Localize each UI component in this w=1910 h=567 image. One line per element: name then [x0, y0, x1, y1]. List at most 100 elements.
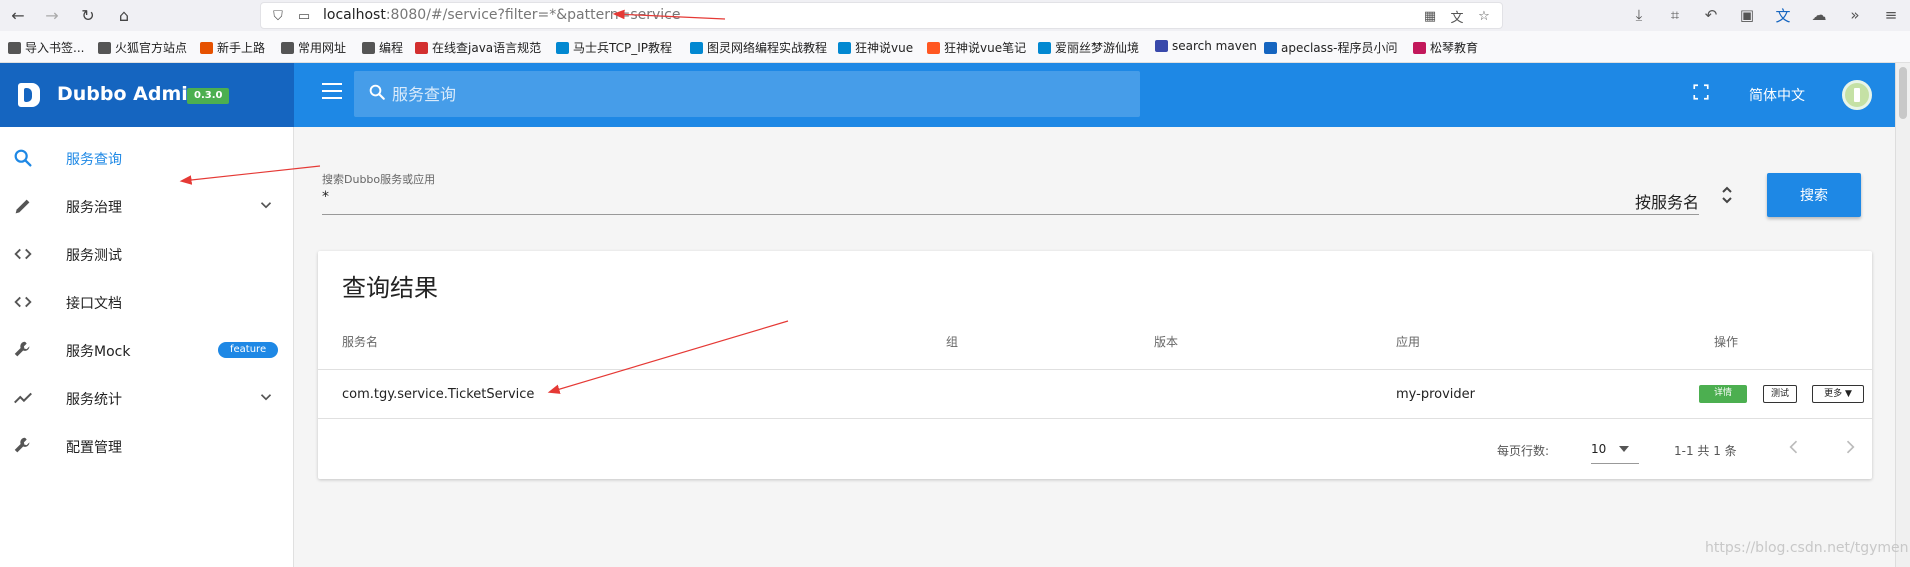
bookmark-star-icon[interactable]: ☆	[1475, 7, 1493, 25]
address-bar[interactable]: ⛉ ▭ localhost:8080/#/service?filter=*&pa…	[260, 2, 1503, 29]
code-icon	[14, 248, 32, 260]
translate-icon[interactable]: 文	[1448, 7, 1466, 26]
sidebar-item-config[interactable]: 配置管理	[0, 422, 293, 470]
bookmark-item[interactable]: apeclass-程序员小问	[1264, 39, 1397, 56]
back-icon[interactable]: ←	[6, 4, 30, 26]
bookmark-item[interactable]: 导入书签...	[8, 39, 84, 56]
shield-icon[interactable]: ⛉	[269, 7, 287, 25]
bookmark-label: 导入书签...	[25, 41, 85, 55]
sidebar-item-service-mock[interactable]: 服务Mock feature	[0, 326, 293, 374]
scroll-thumb[interactable]	[1899, 67, 1907, 119]
bookmark-item[interactable]: search maven	[1155, 39, 1257, 53]
sidebar-item-service-test[interactable]: 服务测试	[0, 230, 293, 278]
rows-per-page-select[interactable]: 10	[1591, 442, 1606, 456]
crop-icon[interactable]: ⌗	[1664, 5, 1686, 25]
sidebar: 服务查询 服务治理 服务测试 接口文档 服务Mock feature 服务统计 …	[0, 127, 294, 567]
bookmarks-bar: 导入书签... 火狐官方站点 新手上路 常用网址 编程 在线查java语言规范 马士兵TCP…	[0, 31, 1910, 63]
column-header-group[interactable]: 组	[946, 333, 958, 350]
overflow-icon[interactable]: »	[1844, 5, 1866, 25]
extension-icon[interactable]: ☁	[1808, 5, 1830, 25]
sidebar-item-label: 服务查询	[66, 152, 122, 168]
test-button[interactable]: 测试	[1763, 385, 1797, 403]
results-title: 查询结果	[342, 274, 438, 302]
column-header-version[interactable]: 版本	[1154, 333, 1178, 350]
browser-toolbar: ← → ↻ ⌂ ⛉ ▭ localhost:8080/#/service?fil…	[0, 0, 1910, 31]
rows-per-page-underline	[1591, 463, 1639, 464]
menu-icon[interactable]: ≡	[1880, 5, 1902, 25]
forward-icon[interactable]: →	[40, 4, 64, 26]
hamburger-menu-icon[interactable]	[322, 83, 342, 99]
column-header-service[interactable]: 服务名	[342, 333, 378, 350]
watermark: https://blog.csdn.net/tgymen	[1705, 540, 1909, 556]
chevron-down-icon[interactable]	[257, 388, 275, 406]
brand-area: Dubbo Admin 0.3.0	[0, 63, 294, 127]
column-header-actions: 操作	[1714, 335, 1739, 349]
bookmark-item[interactable]: 常用网址	[281, 39, 346, 56]
caret-down-icon[interactable]	[1619, 446, 1629, 452]
bookmark-item[interactable]: 在线查java语言规范	[415, 39, 541, 56]
bookmark-item[interactable]: 马士兵TCP_IP教程	[556, 39, 672, 56]
app-toolbar: 简体中文	[294, 63, 1895, 127]
chevron-down-icon[interactable]	[257, 196, 275, 214]
detail-button[interactable]: 详情	[1699, 385, 1747, 403]
header-search-input[interactable]	[392, 81, 1092, 107]
chevron-left-icon[interactable]	[1784, 437, 1804, 457]
page-scrollbar[interactable]	[1895, 63, 1910, 567]
trend-icon	[14, 392, 32, 404]
code-icon	[14, 296, 32, 308]
unfold-icon[interactable]	[1720, 183, 1734, 207]
bookmark-item[interactable]: 爱丽丝梦游仙境	[1038, 39, 1139, 56]
bookmark-item[interactable]: 图灵网络编程实战教程	[690, 39, 827, 56]
sidebar-item-label: 服务治理	[66, 200, 122, 216]
bookmark-label: 马士兵TCP_IP教程	[573, 41, 673, 55]
sidebar-item-label: 服务测试	[66, 248, 122, 264]
sidebar-item-api-docs[interactable]: 接口文档	[0, 278, 293, 326]
row-divider	[318, 418, 1872, 419]
column-header-app[interactable]: 应用	[1396, 333, 1420, 350]
reload-icon[interactable]: ↻	[76, 4, 100, 26]
sidebar-item-service-stats[interactable]: 服务统计	[0, 374, 293, 422]
container-icon[interactable]: ▣	[1736, 5, 1758, 25]
sidebar-item-label: 服务统计	[66, 392, 122, 408]
language-switch[interactable]: 简体中文	[1749, 85, 1805, 105]
bookmark-item[interactable]: 狂神说vue	[838, 39, 913, 56]
more-button[interactable]: 更多 ▼	[1812, 385, 1864, 403]
sidebar-item-label: 接口文档	[66, 296, 122, 312]
bookmark-item[interactable]: 火狐官方站点	[98, 39, 187, 56]
pagination-range: 1-1 共 1 条	[1674, 444, 1737, 458]
bookmark-label: search maven	[1172, 39, 1257, 53]
search-button[interactable]: 搜索	[1767, 173, 1861, 217]
bookmark-label: 狂神说vue笔记	[944, 41, 1027, 55]
sidebar-item-service-governance[interactable]: 服务治理	[0, 182, 293, 230]
results-card: 查询结果 服务名 组 版本 应用 操作 com.tgy.service.Tick…	[318, 251, 1872, 479]
pencil-icon	[15, 199, 30, 214]
bookmark-item[interactable]: 松琴教育	[1413, 39, 1478, 56]
home-icon[interactable]: ⌂	[112, 4, 136, 26]
search-mode-select[interactable]: 按服务名	[1635, 189, 1699, 213]
url-text[interactable]: localhost:8080/#/service?filter=*&patter…	[323, 7, 680, 23]
translate-ext-icon[interactable]: 文	[1772, 5, 1794, 25]
bookmark-item[interactable]: 新手上路	[200, 39, 265, 56]
sidebar-item-service-query[interactable]: 服务查询	[0, 134, 293, 182]
download-icon[interactable]: ⤓	[1628, 5, 1650, 25]
undo-icon[interactable]: ↶	[1700, 5, 1722, 25]
bookmark-label: 编程	[379, 41, 404, 55]
avatar[interactable]	[1842, 80, 1872, 110]
fullscreen-icon[interactable]	[1692, 83, 1710, 101]
search-icon	[14, 149, 32, 167]
bookmark-item[interactable]: 编程	[362, 39, 403, 56]
sidebar-item-label: 配置管理	[66, 440, 122, 456]
page-icon[interactable]: ▭	[295, 7, 313, 25]
bookmark-label: apeclass-程序员小问	[1281, 41, 1398, 55]
bookmark-icon	[556, 41, 569, 54]
bookmark-icon	[1413, 41, 1426, 54]
bookmark-icon	[690, 41, 703, 54]
header-search[interactable]	[354, 71, 1140, 117]
bookmark-icon	[362, 41, 375, 54]
bookmark-icon	[98, 41, 111, 54]
chevron-right-icon[interactable]	[1840, 437, 1860, 457]
bookmark-item[interactable]: 狂神说vue笔记	[927, 39, 1026, 56]
search-input[interactable]: *	[322, 189, 329, 205]
dubbo-logo-icon	[18, 83, 40, 107]
qr-icon[interactable]: ▦	[1421, 7, 1439, 25]
